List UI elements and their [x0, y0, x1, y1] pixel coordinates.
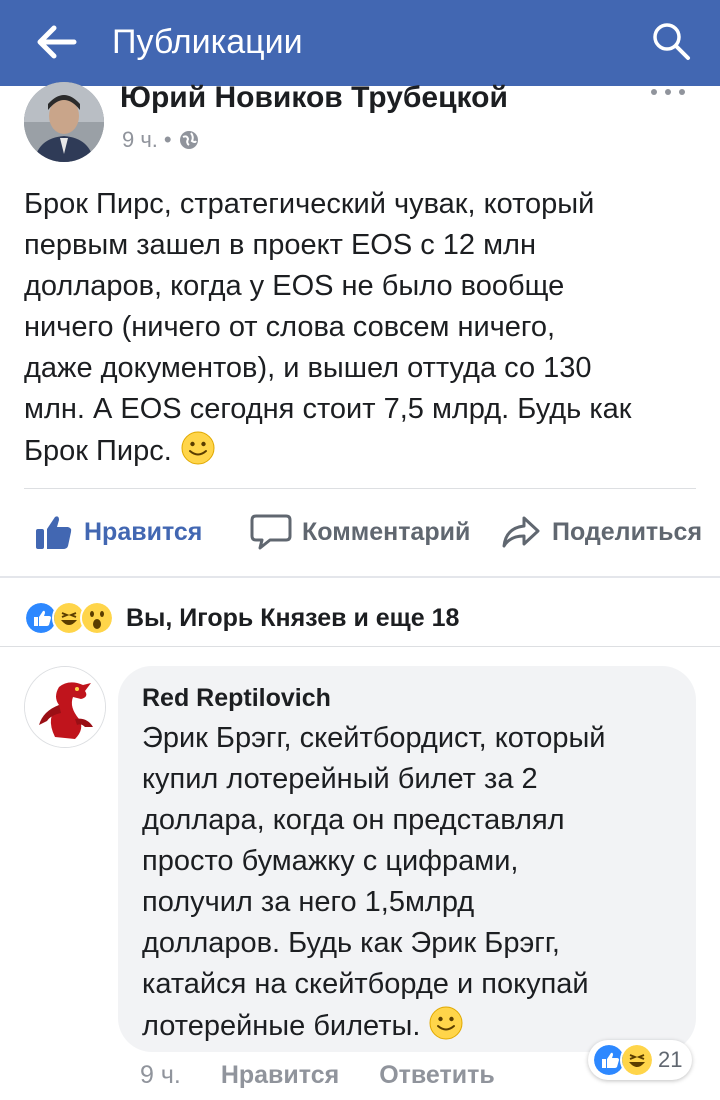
share-button[interactable]: Поделиться [500, 510, 702, 554]
share-label: Поделиться [552, 517, 703, 546]
comment-body: Эрик Брэгг, скейтбордист, который купил … [142, 718, 690, 1047]
comment-reaction-count: 21 [658, 1047, 683, 1072]
post-time: 9 ч. [122, 127, 158, 152]
meta-separator: • [163, 127, 172, 152]
divider [0, 646, 720, 647]
comment-bubble-icon [250, 514, 292, 550]
like-label: Нравится [84, 517, 203, 546]
commenter-name[interactable]: Red Reptilovich [142, 684, 331, 713]
smile-emoji-icon [181, 431, 215, 465]
comment-button[interactable]: Комментарий [250, 510, 470, 554]
author-avatar[interactable] [24, 82, 104, 162]
page-title: Публикации [112, 23, 303, 61]
section-gap [0, 576, 720, 578]
comment-reply-button[interactable]: Ответить [379, 1061, 495, 1090]
commenter-avatar[interactable] [24, 666, 106, 748]
haha-reaction-icon [620, 1043, 654, 1077]
divider [24, 488, 696, 489]
like-button[interactable]: Нравится [34, 510, 202, 554]
share-arrow-icon [502, 516, 540, 548]
globe-icon [179, 131, 198, 149]
comment-text: Эрик Брэгг, скейтбордист, который купил … [142, 722, 606, 1042]
comment-like-button[interactable]: Нравится [221, 1061, 339, 1090]
comment-footer: 9 ч. Нравится Ответить [140, 1058, 495, 1092]
thumbs-up-icon [36, 516, 72, 549]
post-author-name[interactable]: Юрий Новиков Трубецкой [120, 82, 508, 114]
top-bar: Публикации [0, 0, 720, 86]
comment-reactions[interactable]: 21 [588, 1040, 693, 1080]
reactions-text: Вы, Игорь Князев и еще 18 [126, 603, 460, 632]
more-options-icon[interactable] [648, 84, 688, 100]
comment-label: Комментарий [302, 517, 471, 546]
smile-emoji-icon [429, 1006, 463, 1040]
comment-time: 9 ч. [140, 1060, 181, 1089]
post-body: Брок Пирс, стратегический чувак, который… [24, 184, 704, 472]
reactions-summary[interactable]: Вы, Игорь Князев и еще 18 [24, 598, 459, 638]
search-icon[interactable] [650, 20, 692, 62]
post-meta: 9 ч. • [122, 126, 200, 154]
post-text: Брок Пирс, стратегический чувак, который… [24, 188, 632, 467]
wow-reaction-icon [80, 601, 114, 635]
arrow-left-icon[interactable] [34, 22, 78, 62]
